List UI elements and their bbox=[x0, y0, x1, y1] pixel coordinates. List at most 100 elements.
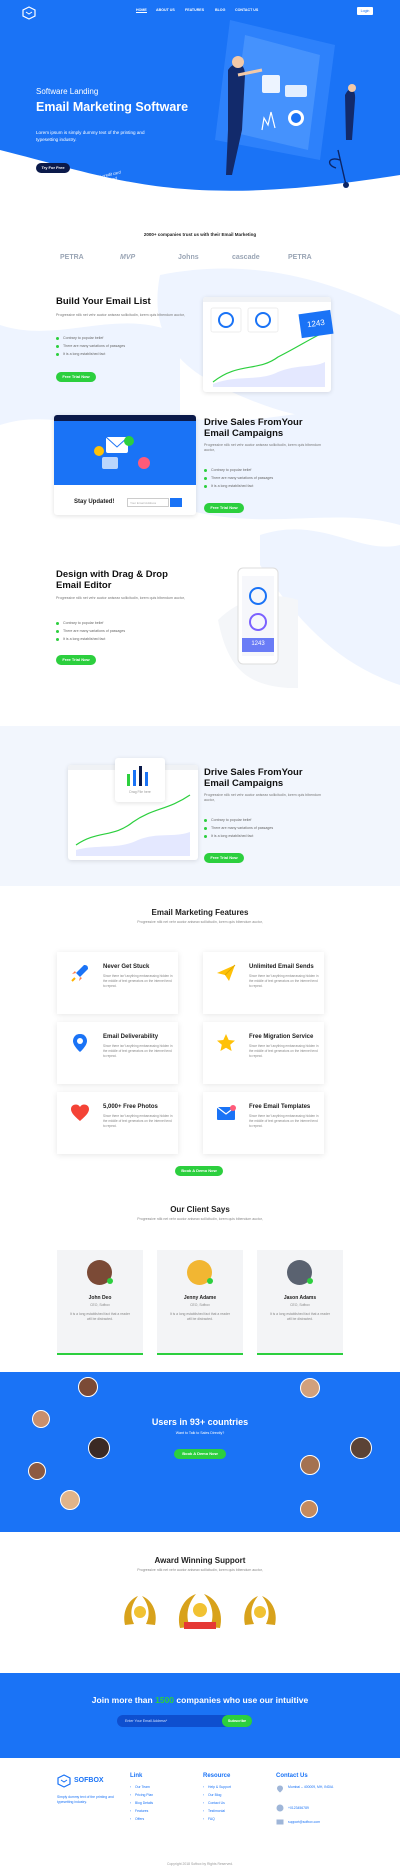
s3-bullet-3: It is a long established fact bbox=[56, 637, 105, 641]
footer-resource-faq[interactable]: FAQ bbox=[203, 1815, 215, 1823]
drag-file-label: Drag File here bbox=[129, 790, 151, 794]
nav-home[interactable]: HOME bbox=[136, 8, 147, 13]
nav-blog[interactable]: BLOG bbox=[215, 8, 225, 12]
join-number: 1500 bbox=[155, 1695, 175, 1705]
subscribe-button[interactable]: Subscribe bbox=[222, 1715, 252, 1727]
client-quote-1: It is a long established fact that a rea… bbox=[69, 1312, 131, 1321]
s4-desc: Progressive rdlk net vehr auctor aniseax… bbox=[204, 793, 322, 802]
join-post: companies who use our intuitive bbox=[176, 1695, 309, 1705]
users-demo-button[interactable]: Book A Demo Now bbox=[174, 1449, 226, 1459]
users-title: Users in 93+ countries bbox=[151, 1417, 249, 1427]
feature-desc-2: Since there isn't anything embarrassing … bbox=[249, 974, 319, 988]
footer-contact-heading: Contact Us bbox=[276, 1773, 308, 1779]
client-card-1: John Deo CEO, Sofbox It is a long establ… bbox=[57, 1250, 143, 1355]
footer-brand: SOFBOX bbox=[74, 1777, 104, 1784]
page: HOME ABOUT US FEATURES BLOG CONTACT US L… bbox=[0, 0, 400, 1873]
trust-title: 2000+ companies trust us with their Emai… bbox=[143, 232, 257, 237]
feature-card-5: 5,000+ Free Photos Since there isn't any… bbox=[57, 1092, 178, 1154]
footer-resource-blog[interactable]: Our Blog bbox=[203, 1791, 221, 1799]
nav-about[interactable]: ABOUT US bbox=[156, 8, 175, 12]
s4-trial-button[interactable]: Free Trial Now bbox=[204, 853, 244, 863]
footer-link-team[interactable]: Our Team bbox=[130, 1783, 150, 1791]
nav-features[interactable]: FEATURES bbox=[185, 8, 204, 12]
phone-icon bbox=[276, 1804, 284, 1812]
footer-email[interactable]: support@sofbox.com bbox=[288, 1820, 320, 1824]
location-icon bbox=[277, 1785, 283, 1793]
s2-title: Drive Sales FromYour Email Campaigns bbox=[204, 417, 303, 439]
s3-bullet-2: There are many variations of passages bbox=[56, 629, 125, 633]
logo-icon bbox=[22, 6, 36, 20]
map-pin-icon bbox=[73, 1034, 87, 1052]
star-icon bbox=[217, 1034, 235, 1051]
partner-logo-4: cascade bbox=[232, 254, 260, 261]
feature-desc-5: Since there isn't anything embarrassing … bbox=[103, 1114, 173, 1128]
s2-trial-button[interactable]: Free Trial Now bbox=[204, 503, 244, 513]
s1-bullet-2: There are many variations of passages bbox=[56, 344, 125, 348]
newsletter-email-input[interactable]: Your Email Address bbox=[127, 498, 169, 507]
award-sub: Progressive rdlk net vehr auctor aniseax… bbox=[137, 1568, 263, 1572]
client-quote-icon-1 bbox=[107, 1278, 113, 1284]
feature-desc-4: Since there isn't anything embarrassing … bbox=[249, 1044, 319, 1058]
client-name-2: Jenny Adame bbox=[183, 1295, 217, 1301]
s4-bullet-2: There are many variations of passages bbox=[204, 826, 273, 830]
s4-bullet-1: Contrary to popular belief bbox=[204, 818, 251, 822]
s3-stat-value: 1243 bbox=[251, 641, 265, 647]
feature-card-4: Free Migration Service Since there isn't… bbox=[203, 1022, 324, 1084]
footer-link-offers[interactable]: Offers bbox=[130, 1815, 144, 1823]
login-button[interactable]: Login bbox=[357, 7, 373, 15]
feature-title-1: Never Get Stuck bbox=[103, 964, 150, 970]
award-laurels bbox=[124, 1594, 276, 1629]
feature-card-3: Email Deliverability Since there isn't a… bbox=[57, 1022, 178, 1084]
newsletter-send-button[interactable] bbox=[170, 498, 182, 507]
client-quote-3: It is a long established fact that a rea… bbox=[269, 1312, 331, 1321]
s3-trial-button[interactable]: Free Trial Now bbox=[56, 655, 96, 665]
join-email-placeholder: Enter Your Email Address* bbox=[125, 1719, 168, 1723]
partner-logo-3: Johns bbox=[178, 254, 199, 261]
user-avatar bbox=[300, 1378, 320, 1398]
client-quote-icon-3 bbox=[307, 1278, 313, 1284]
user-avatar bbox=[350, 1437, 372, 1459]
envelope-icon bbox=[216, 1105, 236, 1120]
heart-icon bbox=[71, 1104, 89, 1121]
rocket-icon bbox=[71, 965, 88, 982]
s2-desc: Progressive rdlk net vehr auctor aniseax… bbox=[204, 443, 322, 452]
footer-link-blog[interactable]: Blog Details bbox=[130, 1799, 153, 1807]
user-avatar bbox=[300, 1500, 318, 1518]
dashboard-mockup bbox=[203, 297, 331, 392]
client-quote-2: It is a long established fact that a rea… bbox=[169, 1312, 231, 1321]
feature-title-5: 5,000+ Free Photos bbox=[103, 1104, 158, 1110]
features-demo-button[interactable]: Book A Demo Now bbox=[175, 1166, 223, 1176]
client-name-3: Jason Adams bbox=[283, 1295, 317, 1301]
s3-desc: Progressive rdlk net vehr auctor aniseax… bbox=[56, 596, 185, 600]
s1-desc: Progressive rdlk net vehr auctor aniseax… bbox=[56, 313, 185, 317]
footer-resource-testimonial[interactable]: Testimonial bbox=[203, 1807, 225, 1815]
feature-card-6: Free Email Templates Since there isn't a… bbox=[203, 1092, 324, 1154]
paper-plane-icon bbox=[217, 964, 236, 981]
footer-resource-help[interactable]: Help & Support bbox=[203, 1783, 231, 1791]
s4-section bbox=[0, 726, 400, 886]
feature-title-2: Unlimited Email Sends bbox=[249, 964, 314, 970]
join-pre: Join more than bbox=[91, 1695, 153, 1705]
client-role-3: CEO, Sofbox bbox=[290, 1303, 310, 1307]
clients-title: Our Client Says bbox=[170, 1205, 230, 1214]
s2-bullet-1: Contrary to popular belief bbox=[204, 468, 251, 472]
footer-link-pricing[interactable]: Pricing Plan bbox=[130, 1791, 153, 1799]
phone-hand-illustration bbox=[218, 567, 298, 688]
try-free-button[interactable]: Try For Free bbox=[36, 163, 70, 173]
newsletter-email-placeholder: Your Email Address bbox=[130, 501, 157, 505]
feature-card-1: Never Get Stuck Since there isn't anythi… bbox=[57, 952, 178, 1014]
drag-file-card[interactable]: Drag File here bbox=[115, 758, 165, 802]
s1-trial-button[interactable]: Free Trial Now bbox=[56, 372, 96, 382]
client-quote-icon-2 bbox=[207, 1278, 213, 1284]
feature-desc-3: Since there isn't anything embarrassing … bbox=[103, 1044, 173, 1058]
client-name-1: John Deo bbox=[88, 1295, 112, 1301]
footer-link-features[interactable]: Features bbox=[130, 1807, 148, 1815]
nav-contact[interactable]: CONTACT US bbox=[235, 8, 258, 12]
user-avatar bbox=[60, 1490, 80, 1510]
client-role-1: CEO, Sofbox bbox=[90, 1303, 110, 1307]
footer-resource-contact[interactable]: Contact Us bbox=[203, 1799, 225, 1807]
feature-desc-6: Since there isn't anything embarrassing … bbox=[249, 1114, 319, 1128]
hero-eyebrow: Software Landing bbox=[36, 87, 99, 96]
user-avatar bbox=[88, 1437, 110, 1459]
hero-section: HOME ABOUT US FEATURES BLOG CONTACT US L… bbox=[0, 0, 400, 210]
